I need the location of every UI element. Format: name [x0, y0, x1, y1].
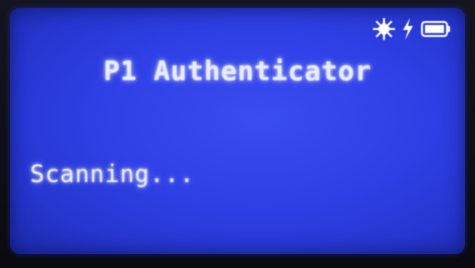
device-title: P1 Authenticator	[103, 56, 372, 87]
charging-icon	[401, 18, 415, 45]
battery-icon	[421, 21, 451, 42]
lcd-screen: P1 Authenticator Scanning...	[10, 8, 465, 254]
bluetooth-activity-icon	[373, 18, 395, 45]
device-bezel: P1 Authenticator Scanning...	[0, 0, 475, 268]
status-bar	[373, 18, 451, 45]
scanning-status: Scanning...	[30, 160, 195, 188]
